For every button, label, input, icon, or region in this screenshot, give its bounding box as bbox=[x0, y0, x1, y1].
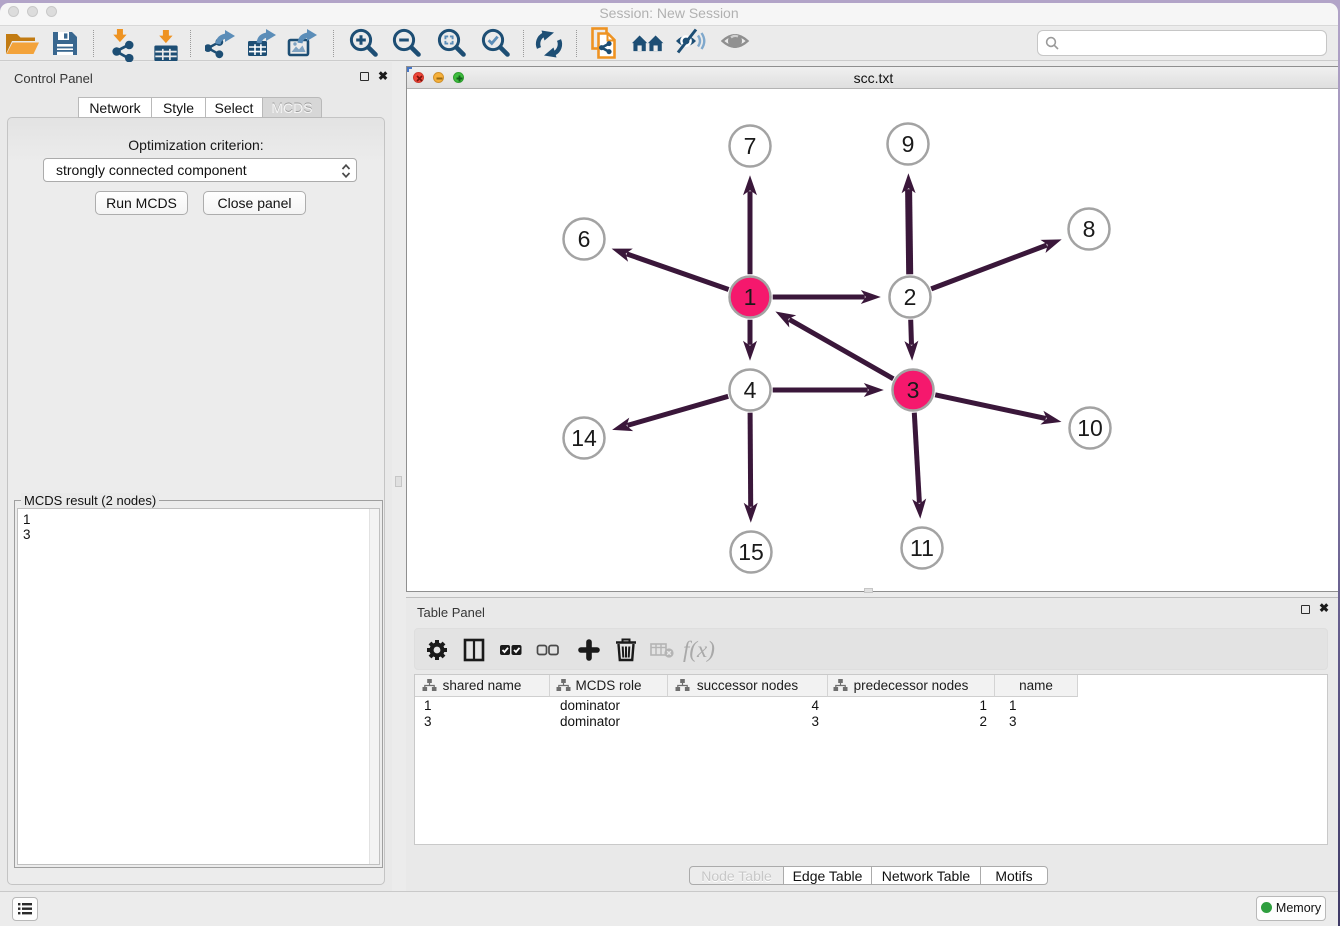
svg-text:2: 2 bbox=[904, 284, 917, 310]
svg-text:8: 8 bbox=[1083, 216, 1096, 242]
svg-text:f(x): f(x) bbox=[683, 637, 715, 662]
svg-text:1: 1 bbox=[744, 284, 757, 310]
svg-text:10: 10 bbox=[1077, 415, 1103, 441]
svg-text:15: 15 bbox=[738, 539, 764, 565]
svg-text:6: 6 bbox=[578, 226, 591, 252]
svg-text:14: 14 bbox=[571, 425, 597, 451]
svg-text:11: 11 bbox=[910, 535, 934, 561]
svg-text:4: 4 bbox=[744, 377, 757, 403]
svg-text:3: 3 bbox=[907, 377, 920, 403]
svg-text:9: 9 bbox=[902, 131, 915, 157]
svg-text:7: 7 bbox=[744, 133, 757, 159]
